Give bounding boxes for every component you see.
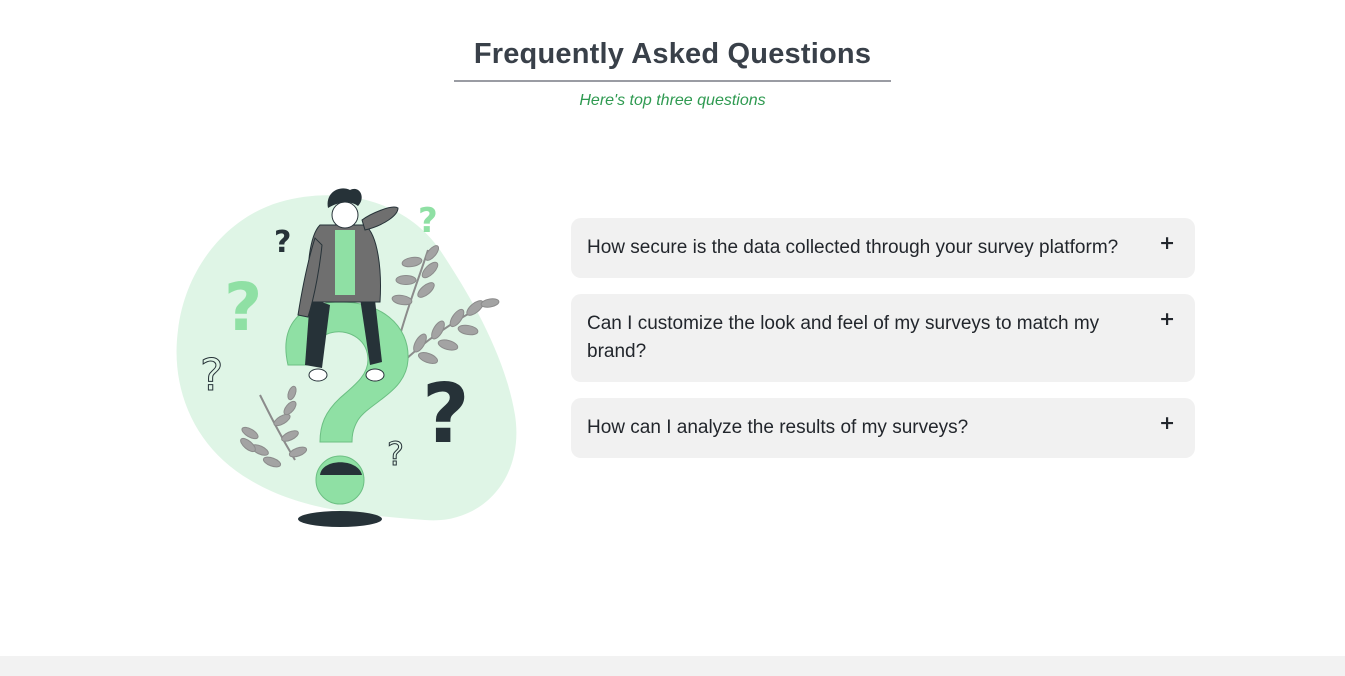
question-mark-hole (298, 511, 382, 527)
faq-item-customize-surveys[interactable]: Can I customize the look and feel of my … (571, 294, 1195, 382)
faq-list: How secure is the data collected through… (571, 218, 1195, 474)
faq-question: How secure is the data collected through… (587, 237, 1119, 258)
footer-strip (0, 656, 1345, 676)
question-mark-outline-small: ? (387, 435, 404, 473)
question-mark-dark-large: ? (422, 367, 470, 462)
faq-question: How can I analyze the results of my surv… (587, 417, 969, 438)
page-title: Frequently Asked Questions (453, 38, 892, 82)
faq-item-analyze-results[interactable]: How can I analyze the results of my surv… (571, 398, 1195, 458)
question-mark-dark-small: ? (274, 225, 291, 260)
faq-question: Can I customize the look and feel of my … (587, 313, 1100, 362)
question-mark-green-top: ? (418, 201, 438, 241)
question-mark-green-left: ? (224, 269, 262, 346)
faq-item-data-security[interactable]: How secure is the data collected through… (571, 218, 1195, 278)
question-mark-outline-left: ? (200, 350, 223, 401)
plus-icon[interactable]: + (1159, 232, 1175, 254)
plus-icon[interactable]: + (1159, 412, 1175, 434)
confused-person-illustration: ? ? ? ? ? ? (170, 180, 520, 535)
faq-header: Frequently Asked Questions Here's top th… (0, 38, 1345, 110)
faq-page: Frequently Asked Questions Here's top th… (0, 0, 1345, 676)
page-subtitle: Here's top three questions (579, 92, 766, 109)
question-illustration-icon: ? ? ? ? ? ? (176, 188, 517, 527)
plus-icon[interactable]: + (1159, 308, 1175, 330)
